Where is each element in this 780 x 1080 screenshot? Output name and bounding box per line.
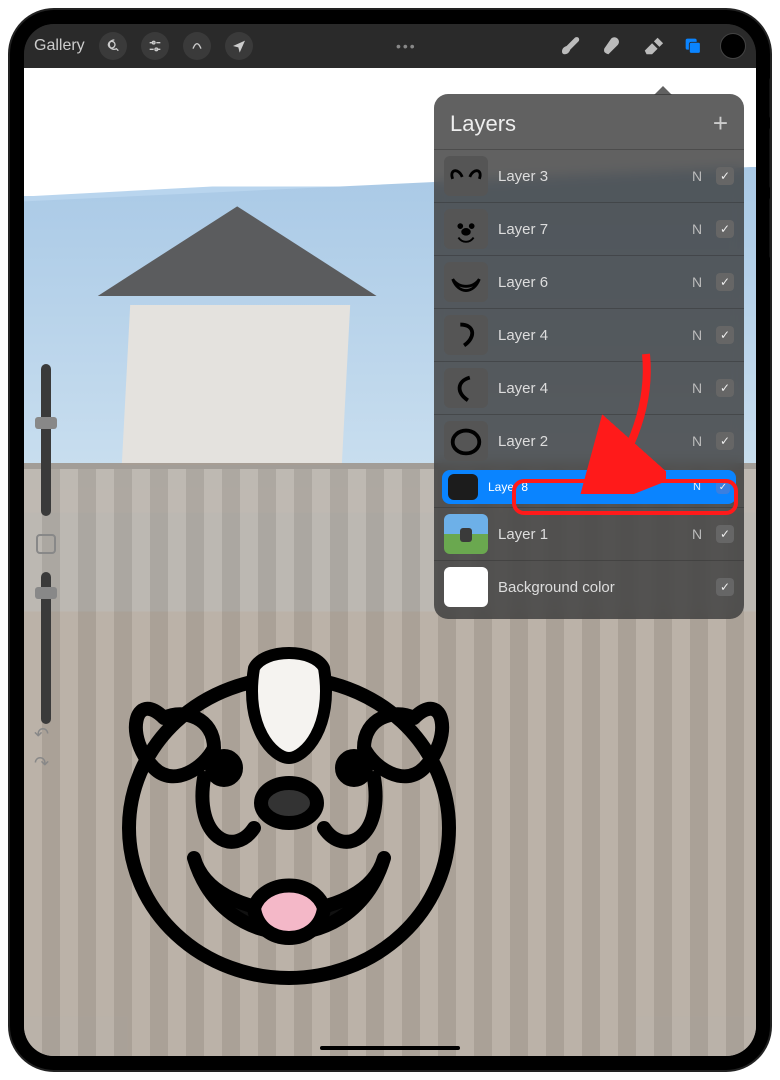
smudge-icon[interactable] bbox=[600, 33, 626, 59]
layer-row[interactable]: Layer 2 N bbox=[434, 414, 744, 467]
layer-name-label: Background color bbox=[498, 579, 678, 596]
undo-button[interactable]: ↶ bbox=[34, 724, 49, 745]
layer-name-label: Layer 7 bbox=[498, 221, 678, 238]
layer-blend-mode[interactable]: N bbox=[688, 221, 706, 237]
brush-size-thumb[interactable] bbox=[35, 417, 57, 429]
layer-name-label: Layer 4 bbox=[498, 327, 678, 344]
layer-row[interactable]: Layer 7 N bbox=[434, 202, 744, 255]
layer-thumbnail[interactable] bbox=[444, 315, 488, 355]
layer-blend-mode[interactable]: N bbox=[688, 526, 706, 542]
layer-name-label: Layer 6 bbox=[498, 274, 678, 291]
layer-visibility-checkbox[interactable] bbox=[716, 525, 734, 543]
eraser-icon[interactable] bbox=[640, 33, 666, 59]
layer-name-label: Layer 1 bbox=[498, 526, 678, 543]
layer-blend-mode[interactable]: N bbox=[688, 481, 706, 493]
selection-icon[interactable] bbox=[183, 32, 211, 60]
brush-icon[interactable] bbox=[560, 33, 586, 59]
layer-row[interactable]: Layer 6 N bbox=[434, 255, 744, 308]
layer-visibility-checkbox[interactable] bbox=[716, 578, 734, 596]
actions-icon[interactable] bbox=[99, 32, 127, 60]
opacity-slider[interactable] bbox=[41, 572, 51, 724]
layer-thumbnail[interactable] bbox=[448, 474, 478, 500]
add-layer-button[interactable]: + bbox=[713, 108, 728, 139]
layer-blend-mode[interactable]: N bbox=[688, 380, 706, 396]
layer-visibility-checkbox[interactable] bbox=[716, 273, 734, 291]
brush-size-slider[interactable] bbox=[41, 364, 51, 516]
layer-thumbnail[interactable] bbox=[444, 421, 488, 461]
layer-visibility-checkbox[interactable] bbox=[716, 167, 734, 185]
gallery-button[interactable]: Gallery bbox=[34, 37, 85, 55]
toolbar-right-group bbox=[560, 33, 746, 59]
layer-name-label: Layer 3 bbox=[498, 168, 678, 185]
screen: Gallery ••• bbox=[24, 24, 756, 1056]
color-picker-swatch[interactable] bbox=[720, 33, 746, 59]
layer-blend-mode[interactable]: N bbox=[688, 433, 706, 449]
layers-panel-title: Layers bbox=[450, 111, 516, 137]
layer-row[interactable]: Background color bbox=[434, 560, 744, 613]
canvas-house bbox=[122, 305, 350, 465]
layer-name-label: Layer 8 bbox=[488, 480, 678, 494]
layers-icon[interactable] bbox=[680, 33, 706, 59]
power-button bbox=[769, 78, 770, 118]
layer-blend-mode[interactable]: N bbox=[688, 327, 706, 343]
layer-name-label: Layer 2 bbox=[498, 433, 678, 450]
layer-thumbnail[interactable] bbox=[444, 514, 488, 554]
layer-visibility-checkbox[interactable] bbox=[716, 480, 730, 494]
transform-icon[interactable] bbox=[225, 32, 253, 60]
layer-thumbnail[interactable] bbox=[444, 156, 488, 196]
layer-name-label: Layer 4 bbox=[498, 380, 678, 397]
redo-button[interactable]: ↷ bbox=[34, 753, 49, 774]
layer-row[interactable]: Layer 1 N bbox=[434, 507, 744, 560]
opacity-thumb[interactable] bbox=[35, 587, 57, 599]
toolbar-left-group: Gallery bbox=[34, 32, 253, 60]
home-indicator bbox=[320, 1046, 460, 1050]
side-slider-panel bbox=[32, 364, 60, 724]
layer-list: Layer 3 N Layer 7 N Layer 6 N Layer 4 N Layer 4 N… bbox=[434, 149, 744, 613]
layer-row[interactable]: Layer 4 N bbox=[434, 361, 744, 414]
layer-thumbnail[interactable] bbox=[444, 368, 488, 408]
layer-blend-mode[interactable]: N bbox=[688, 274, 706, 290]
layer-visibility-checkbox[interactable] bbox=[716, 220, 734, 238]
layers-panel: Layers + Layer 3NLayer 7NLayer 6NLayer 4… bbox=[434, 94, 744, 619]
adjustments-icon[interactable] bbox=[141, 32, 169, 60]
layer-thumbnail[interactable] bbox=[444, 209, 488, 249]
layers-panel-header: Layers + bbox=[434, 104, 744, 149]
layer-visibility-checkbox[interactable] bbox=[716, 432, 734, 450]
dog-drawing bbox=[104, 628, 474, 998]
top-toolbar: Gallery ••• bbox=[24, 24, 756, 68]
layer-visibility-checkbox[interactable] bbox=[716, 326, 734, 344]
undo-redo-group: ↶ ↷ bbox=[34, 724, 49, 774]
volume-up-button bbox=[769, 128, 770, 188]
layer-visibility-checkbox[interactable] bbox=[716, 379, 734, 397]
modify-button[interactable] bbox=[36, 534, 56, 554]
volume-down-button bbox=[769, 198, 770, 258]
layer-row[interactable]: Layer 3 N bbox=[434, 149, 744, 202]
layer-row[interactable]: Layer 8 N bbox=[442, 470, 736, 504]
layer-thumbnail[interactable] bbox=[444, 567, 488, 607]
layer-row[interactable]: Layer 4 N bbox=[434, 308, 744, 361]
modify-menu-icon[interactable]: ••• bbox=[396, 38, 417, 54]
layer-thumbnail[interactable] bbox=[444, 262, 488, 302]
layer-blend-mode[interactable]: N bbox=[688, 168, 706, 184]
ipad-frame: Gallery ••• bbox=[10, 10, 770, 1070]
